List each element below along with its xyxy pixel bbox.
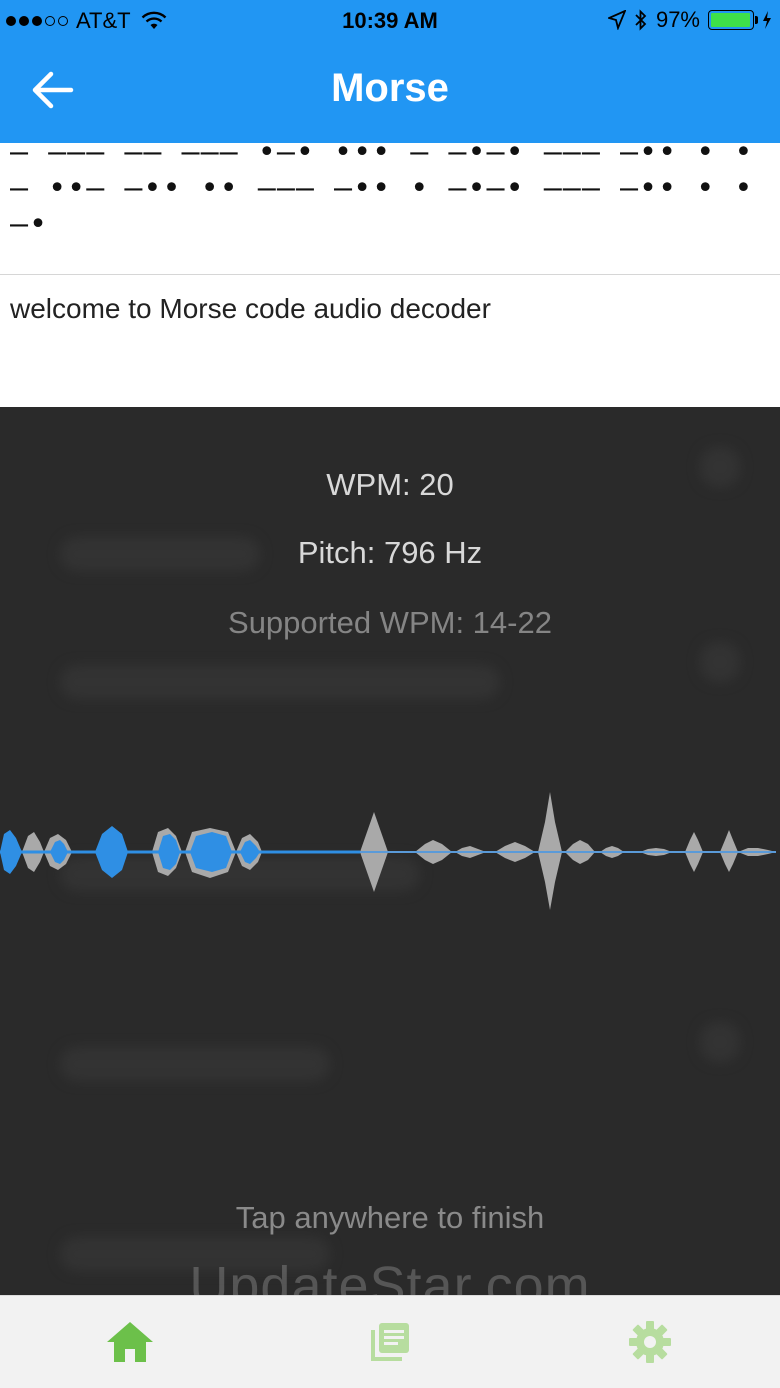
supported-wpm-label: Supported WPM: 14-22 [228,605,552,640]
morse-code-output: — ——— —— ——— •—• ••• — —•—• ——— —•• • •—… [0,143,780,275]
decoded-text-area: welcome to Morse code audio decoder [0,275,780,407]
charging-icon [763,11,771,29]
bluetooth-icon [635,9,647,31]
location-icon [607,10,626,30]
status-bar: AT&T 10:39 AM 97% [0,0,780,38]
morse-code-text: — ——— —— ——— •—• ••• — —•—• ——— —•• • •—… [10,143,754,242]
pitch-readout: Pitch: 796 Hz [297,535,483,570]
home-icon [107,1322,153,1362]
tab-settings[interactable] [620,1312,680,1372]
audio-waveform [0,792,776,910]
tap-to-finish-hint: Tap anywhere to finish [235,1200,545,1235]
battery-icon [708,10,758,30]
page-title: Morse [331,66,449,110]
tab-bar [0,1295,780,1388]
gear-icon [629,1321,671,1363]
decoded-text: welcome to Morse code audio decoder [10,293,491,324]
status-right: 97% [607,7,772,33]
listening-overlay[interactable]: WPM: 20 Pitch: 796 Hz Supported WPM: 14-… [0,407,780,1295]
list-icon [371,1323,409,1361]
tab-home[interactable] [100,1312,160,1372]
tab-history[interactable] [360,1312,420,1372]
battery-percent: 97% [655,7,700,32]
nav-bar: Morse [0,38,780,143]
wpm-readout: WPM: 20 [326,467,454,502]
